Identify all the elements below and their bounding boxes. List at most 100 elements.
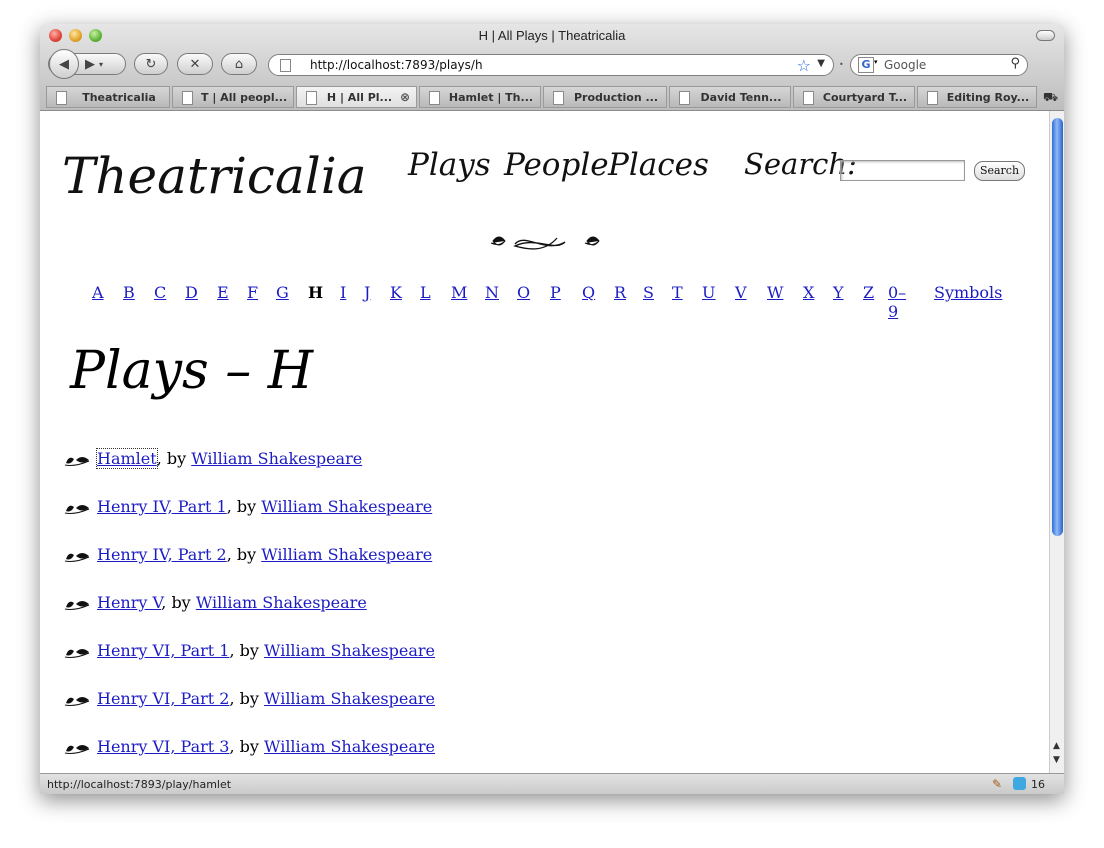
letter-link-a[interactable]: A	[92, 283, 104, 302]
reload-button[interactable]: ↻	[134, 53, 168, 75]
leaf-bullet-icon	[64, 457, 90, 466]
play-title-link[interactable]: Henry VI, Part 1	[97, 641, 229, 660]
letter-link-f[interactable]: F	[247, 283, 258, 302]
author-link[interactable]: William Shakespeare	[261, 497, 432, 516]
home-button[interactable]: ⌂	[221, 53, 257, 75]
tab-2[interactable]: T | All peopl...	[172, 86, 294, 108]
magnifier-icon[interactable]: ⚲	[1010, 56, 1020, 71]
play-list-item: Henry IV, Part 2, by William Shakespeare	[64, 545, 432, 564]
tab-label: Courtyard T...	[822, 91, 908, 104]
tab-8[interactable]: Editing Roy...	[917, 86, 1037, 108]
site-search-input[interactable]	[840, 160, 965, 181]
letter-link-i[interactable]: I	[340, 283, 346, 302]
window-title: H | All Plays | Theatricalia	[478, 28, 626, 43]
play-title-link[interactable]: Henry VI, Part 3	[97, 737, 229, 756]
letter-link-v[interactable]: V	[735, 283, 747, 302]
page-icon	[56, 91, 67, 105]
tab-3[interactable]: H | All Pl... ⊗	[296, 86, 417, 108]
scroll-down-arrow[interactable]: ▼	[1053, 755, 1060, 765]
forward-icon[interactable]: ▶	[85, 57, 95, 72]
letter-link-j[interactable]: J	[364, 283, 370, 302]
nav-places[interactable]: Places	[608, 147, 709, 183]
letter-link-c[interactable]: C	[154, 283, 166, 302]
letter-link-t[interactable]: T	[672, 283, 683, 302]
play-title-link[interactable]: Hamlet	[96, 448, 158, 469]
toolbar-toggle-button[interactable]	[1036, 30, 1055, 41]
letter-link-n[interactable]: N	[485, 283, 499, 302]
letter-link-q[interactable]: Q	[582, 283, 595, 302]
letter-link-09[interactable]: 0–9	[888, 283, 906, 321]
play-title-link[interactable]: Henry VI, Part 2	[97, 689, 229, 708]
bookmark-star-icon[interactable]: ☆	[797, 56, 811, 75]
letter-link-d[interactable]: D	[185, 283, 198, 302]
author-link[interactable]: William Shakespeare	[264, 737, 435, 756]
leaf-bullet-icon	[64, 697, 90, 706]
site-logo[interactable]: Theatricalia	[62, 147, 367, 205]
url-text[interactable]: http://localhost:7893/plays/h	[310, 58, 483, 72]
search-engine-separator: •	[839, 60, 844, 69]
back-forward-buttons: ◀ ▶ ▾	[48, 49, 126, 79]
letter-link-l[interactable]: L	[420, 283, 431, 302]
history-dropdown-icon[interactable]: ▾	[99, 60, 103, 69]
author-link[interactable]: William Shakespeare	[191, 449, 362, 468]
back-icon[interactable]: ◀	[48, 49, 79, 79]
by-text: , by	[229, 737, 265, 756]
google-engine-icon[interactable]: G	[858, 57, 874, 73]
letter-link-x[interactable]: X	[803, 283, 814, 302]
letter-link-s[interactable]: S	[643, 283, 654, 302]
tab-1[interactable]: Theatricalia	[46, 86, 170, 108]
stop-button[interactable]: ✕	[177, 53, 213, 75]
stop-icon: ✕	[189, 56, 201, 72]
by-text: , by	[229, 689, 265, 708]
page-icon	[927, 91, 938, 105]
letter-link-g[interactable]: G	[276, 283, 289, 302]
engine-dropdown-icon[interactable]: ▾	[874, 58, 878, 66]
vertical-scrollbar[interactable]: ▲ ▼	[1049, 111, 1064, 773]
nav-people[interactable]: People	[504, 147, 609, 183]
author-link[interactable]: William Shakespeare	[196, 593, 367, 612]
page-icon	[803, 91, 814, 105]
site-search-button[interactable]: Search	[974, 161, 1025, 181]
letter-link-w[interactable]: W	[767, 283, 783, 302]
letter-link-k[interactable]: K	[390, 283, 402, 302]
address-bar[interactable]: http://localhost:7893/plays/h ☆ ▼	[268, 54, 834, 76]
letter-link-z[interactable]: Z	[863, 283, 874, 302]
letter-link-o[interactable]: O	[517, 283, 530, 302]
play-title-link[interactable]: Henry IV, Part 2	[97, 545, 227, 564]
letter-link-p[interactable]: P	[550, 283, 561, 302]
page-heading: Plays – H	[70, 341, 314, 401]
tab-5[interactable]: Production ...	[543, 86, 667, 108]
tab-4[interactable]: Hamlet | Th...	[419, 86, 541, 108]
close-tab-icon[interactable]: ⊗	[400, 90, 410, 104]
scroll-thumb[interactable]	[1052, 118, 1063, 536]
url-dropdown-icon[interactable]: ▼	[817, 58, 825, 69]
author-link[interactable]: William Shakespeare	[264, 641, 435, 660]
leaf-bullet-icon	[64, 601, 90, 610]
letter-link-e[interactable]: E	[217, 283, 229, 302]
author-link[interactable]: William Shakespeare	[264, 689, 435, 708]
page-icon	[553, 91, 564, 105]
current-letter: H	[308, 283, 324, 302]
letter-link-u[interactable]: U	[702, 283, 715, 302]
author-link[interactable]: William Shakespeare	[261, 545, 432, 564]
letter-link-b[interactable]: B	[123, 283, 135, 302]
letter-link-r[interactable]: R	[614, 283, 626, 302]
nav-plays[interactable]: Plays	[408, 147, 491, 183]
letter-link-m[interactable]: M	[451, 283, 467, 302]
page-icon	[429, 91, 440, 105]
play-list-item: Hamlet, by William Shakespeare	[64, 448, 362, 469]
tab-overflow-icon[interactable]: ⛟	[1043, 90, 1058, 106]
scroll-up-arrow[interactable]: ▲	[1053, 741, 1060, 751]
play-title-link[interactable]: Henry IV, Part 1	[97, 497, 227, 516]
play-list-item: Henry VI, Part 2, by William Shakespeare	[64, 689, 435, 708]
tab-7[interactable]: Courtyard T...	[793, 86, 915, 108]
status-url: http://localhost:7893/play/hamlet	[47, 778, 232, 791]
twitter-icon[interactable]	[1013, 777, 1026, 790]
letter-link-symbols[interactable]: Symbols	[934, 283, 1002, 302]
play-title-link[interactable]: Henry V	[97, 593, 161, 612]
tab-6[interactable]: David Tenn...	[669, 86, 791, 108]
by-text: , by	[161, 593, 196, 612]
extension-icon[interactable]: ✎	[992, 777, 1002, 791]
browser-search-field[interactable]: G ▾ Google ⚲	[850, 54, 1028, 76]
letter-link-y[interactable]: Y	[833, 283, 844, 302]
